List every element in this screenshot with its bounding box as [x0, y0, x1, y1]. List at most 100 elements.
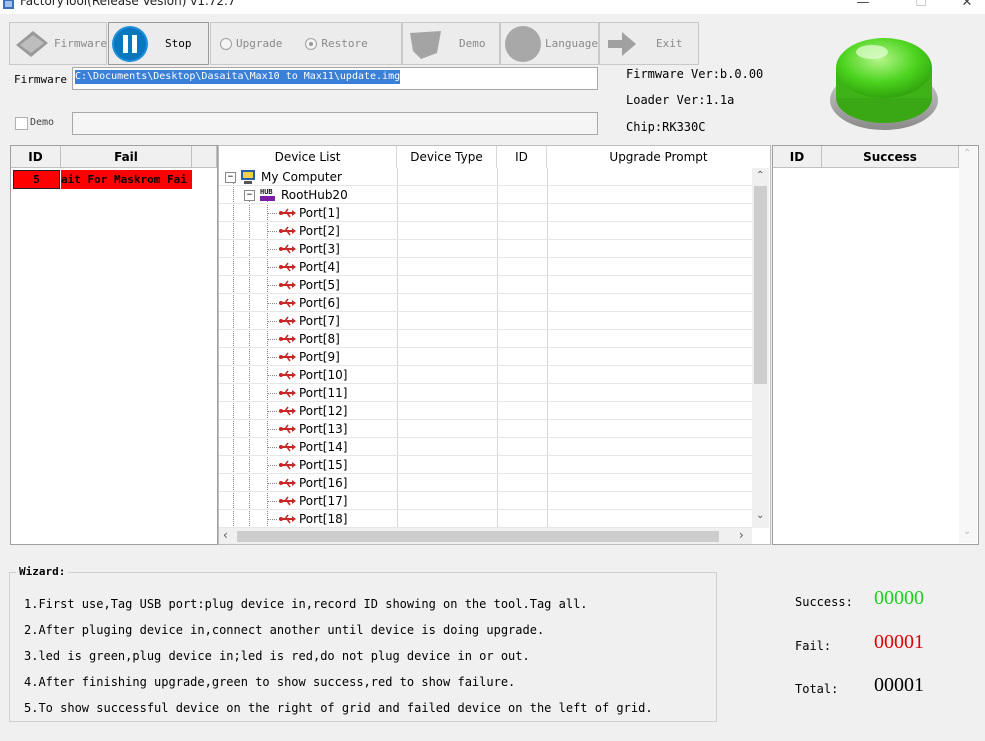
- tree-hub-label: RootHub20: [281, 188, 348, 202]
- usb-port-icon: [278, 369, 296, 381]
- port-label: Port[15]: [299, 458, 348, 472]
- loader-version: Loader Ver:1.1a: [626, 93, 735, 107]
- total-count-value: 00001: [874, 674, 924, 696]
- usb-port-icon: [278, 405, 296, 417]
- list-item[interactable]: Port[4]: [219, 258, 752, 276]
- status-led-icon: [828, 28, 940, 132]
- usb-port-icon: [278, 387, 296, 399]
- device-list-hscrollbar[interactable]: ‹ ›: [219, 528, 752, 544]
- list-item[interactable]: Port[7]: [219, 312, 752, 330]
- minimize-button[interactable]: —: [848, 0, 878, 12]
- port-label: Port[11]: [299, 386, 348, 400]
- list-item[interactable]: Port[12]: [219, 402, 752, 420]
- table-row[interactable]: 5 ait For Maskrom Fai: [11, 170, 192, 190]
- list-item[interactable]: Port[15]: [219, 456, 752, 474]
- usb-port-icon: [278, 315, 296, 327]
- success-count-label: Success:: [795, 595, 853, 609]
- window-title: FactoryTool(Release Vesion) v1.72.7: [20, 0, 236, 8]
- upgrade-radio-circle[interactable]: [220, 37, 232, 50]
- list-item[interactable]: Port[14]: [219, 438, 752, 456]
- stop-button[interactable]: Stop: [108, 22, 209, 65]
- port-label: Port[4]: [299, 260, 340, 274]
- port-label: Port[16]: [299, 476, 348, 490]
- list-item[interactable]: Port[5]: [219, 276, 752, 294]
- demo-button[interactable]: Demo: [402, 22, 500, 65]
- port-label: Port[7]: [299, 314, 340, 328]
- tree-row-my-computer[interactable]: − My Computer: [219, 168, 752, 186]
- demo-icon: [407, 27, 445, 61]
- restore-radio[interactable]: Restore: [305, 37, 368, 50]
- list-item[interactable]: Port[1]: [219, 204, 752, 222]
- usb-port-icon: [278, 495, 296, 507]
- usb-port-icon: [278, 513, 296, 525]
- wizard-title: Wizard:: [16, 565, 69, 578]
- tree-root-label: My Computer: [261, 170, 342, 184]
- language-button[interactable]: Language: [500, 22, 599, 65]
- list-item[interactable]: Port[11]: [219, 384, 752, 402]
- usb-port-icon: [278, 297, 296, 309]
- scroll-left-icon[interactable]: ‹: [223, 528, 228, 542]
- list-item[interactable]: Port[9]: [219, 348, 752, 366]
- fail-grid-id-header: ID: [11, 146, 61, 168]
- usb-port-icon: [278, 441, 296, 453]
- vscroll-thumb[interactable]: [754, 186, 767, 384]
- list-item[interactable]: Port[2]: [219, 222, 752, 240]
- collapse-icon[interactable]: −: [225, 172, 236, 183]
- wizard-line-1: 1.First use,Tag USB port:plug device in,…: [24, 597, 588, 611]
- scroll-down-icon[interactable]: ⌄: [963, 526, 971, 537]
- usb-port-icon: [278, 333, 296, 345]
- port-label: Port[18]: [299, 512, 348, 526]
- wizard-line-2: 2.After pluging device in,connect anothe…: [24, 623, 545, 637]
- close-button[interactable]: ✕: [952, 0, 982, 12]
- demo-field[interactable]: [72, 112, 598, 135]
- firmware-path-field[interactable]: C:\Documents\Desktop\Dasaita\Max10 to Ma…: [72, 67, 598, 90]
- usb-port-icon: [278, 243, 296, 255]
- list-item[interactable]: Port[3]: [219, 240, 752, 258]
- tree-row-roothub[interactable]: − HUB RootHub20: [219, 186, 752, 204]
- list-item[interactable]: Port[8]: [219, 330, 752, 348]
- firmware-version: Firmware Ver:b.0.00: [626, 67, 764, 81]
- upgrade-radio[interactable]: Upgrade: [220, 37, 282, 50]
- port-label: Port[5]: [299, 278, 340, 292]
- maximize-button[interactable]: ☐: [906, 0, 936, 12]
- scroll-down-icon[interactable]: ⌄: [756, 510, 764, 521]
- device-type-header: Device Type: [397, 146, 497, 168]
- firmware-button[interactable]: Firmware: [9, 22, 107, 65]
- port-label: Port[6]: [299, 296, 340, 310]
- hscroll-thumb[interactable]: [237, 531, 719, 542]
- restore-radio-circle[interactable]: [305, 37, 318, 50]
- usb-port-icon: [278, 261, 296, 273]
- list-item[interactable]: Port[10]: [219, 366, 752, 384]
- pause-icon: [111, 25, 149, 63]
- port-label: Port[13]: [299, 422, 348, 436]
- demo-checkbox[interactable]: [15, 117, 28, 130]
- demo-checkbox-label: Demo: [30, 117, 55, 128]
- port-label: Port[14]: [299, 440, 348, 454]
- usb-port-icon: [278, 351, 296, 363]
- collapse-icon[interactable]: −: [244, 190, 255, 201]
- device-list: Device List Device Type ID Upgrade Promp…: [218, 145, 771, 545]
- list-item[interactable]: Port[16]: [219, 474, 752, 492]
- device-tree: − My Computer − HUB RootHub20 Port[1] Por…: [219, 168, 752, 528]
- port-label: Port[3]: [299, 242, 340, 256]
- upgrade-prompt-header: Upgrade Prompt: [547, 146, 770, 168]
- scroll-up-icon[interactable]: ⌃: [963, 148, 971, 159]
- list-item[interactable]: Port[17]: [219, 492, 752, 510]
- list-item[interactable]: Port[6]: [219, 294, 752, 312]
- usb-port-icon: [278, 207, 296, 219]
- list-item[interactable]: Port[13]: [219, 420, 752, 438]
- fail-row-text: ait For Maskrom Fai: [61, 170, 192, 189]
- list-item[interactable]: Port[18]: [219, 510, 752, 528]
- success-grid-vscrollbar[interactable]: ⌃ ⌄: [959, 146, 977, 543]
- wizard-box: [9, 572, 717, 722]
- upgrade-radio-label: Upgrade: [236, 37, 283, 50]
- usb-port-icon: [278, 225, 296, 237]
- fail-row-id: 5: [13, 170, 60, 189]
- device-list-vscrollbar[interactable]: ⌃ ⌄: [752, 168, 769, 528]
- exit-button-label: Exit: [656, 37, 683, 50]
- wizard-line-4: 4.After finishing upgrade,green to show …: [24, 675, 516, 689]
- device-id-header: ID: [497, 146, 547, 168]
- scroll-up-icon[interactable]: ⌃: [756, 170, 764, 181]
- exit-button[interactable]: Exit: [599, 22, 699, 65]
- scroll-right-icon[interactable]: ›: [739, 528, 744, 542]
